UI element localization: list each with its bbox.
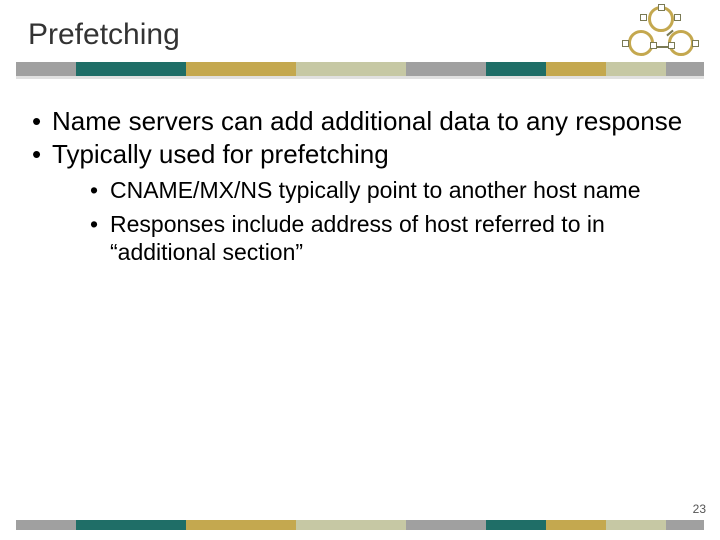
footer-bar	[16, 520, 704, 530]
bar-seg	[666, 520, 704, 530]
bar-seg	[606, 62, 666, 76]
decorative-network-icon	[622, 6, 706, 60]
bullet-sub-item: Responses include address of host referr…	[90, 210, 688, 266]
bullet-text: CNAME/MX/NS typically point to another h…	[110, 177, 641, 203]
bullet-text: Typically used for prefetching	[52, 139, 389, 169]
bullet-list-level1: Name servers can add additional data to …	[28, 106, 688, 267]
page-title: Prefetching	[28, 18, 180, 52]
bar-seg	[546, 62, 606, 76]
bullet-sub-item: CNAME/MX/NS typically point to another h…	[90, 176, 688, 204]
bar-seg	[546, 520, 606, 530]
bar-seg	[406, 520, 486, 530]
bar-seg	[186, 520, 296, 530]
bar-seg	[666, 62, 704, 76]
bar-seg	[606, 520, 666, 530]
bar-seg	[486, 62, 546, 76]
bar-seg	[16, 62, 76, 76]
bullet-text: Name servers can add additional data to …	[52, 106, 682, 136]
bullet-list-level2: CNAME/MX/NS typically point to another h…	[52, 176, 688, 266]
bar-seg	[76, 62, 186, 76]
bar-seg	[16, 520, 76, 530]
bullet-item: Name servers can add additional data to …	[32, 106, 688, 137]
bullet-text: Responses include address of host referr…	[110, 211, 605, 265]
title-underline-bar	[16, 62, 704, 76]
content-area: Name servers can add additional data to …	[28, 106, 688, 269]
page-number: 23	[693, 502, 706, 516]
bullet-item: Typically used for prefetching CNAME/MX/…	[32, 139, 688, 266]
bar-seg	[486, 520, 546, 530]
bar-shadow	[16, 76, 704, 79]
bar-seg	[186, 62, 296, 76]
bar-seg	[76, 520, 186, 530]
bar-seg	[406, 62, 486, 76]
slide: Prefetching Name servers can add additio…	[0, 0, 720, 540]
bar-seg	[296, 62, 406, 76]
bar-seg	[296, 520, 406, 530]
